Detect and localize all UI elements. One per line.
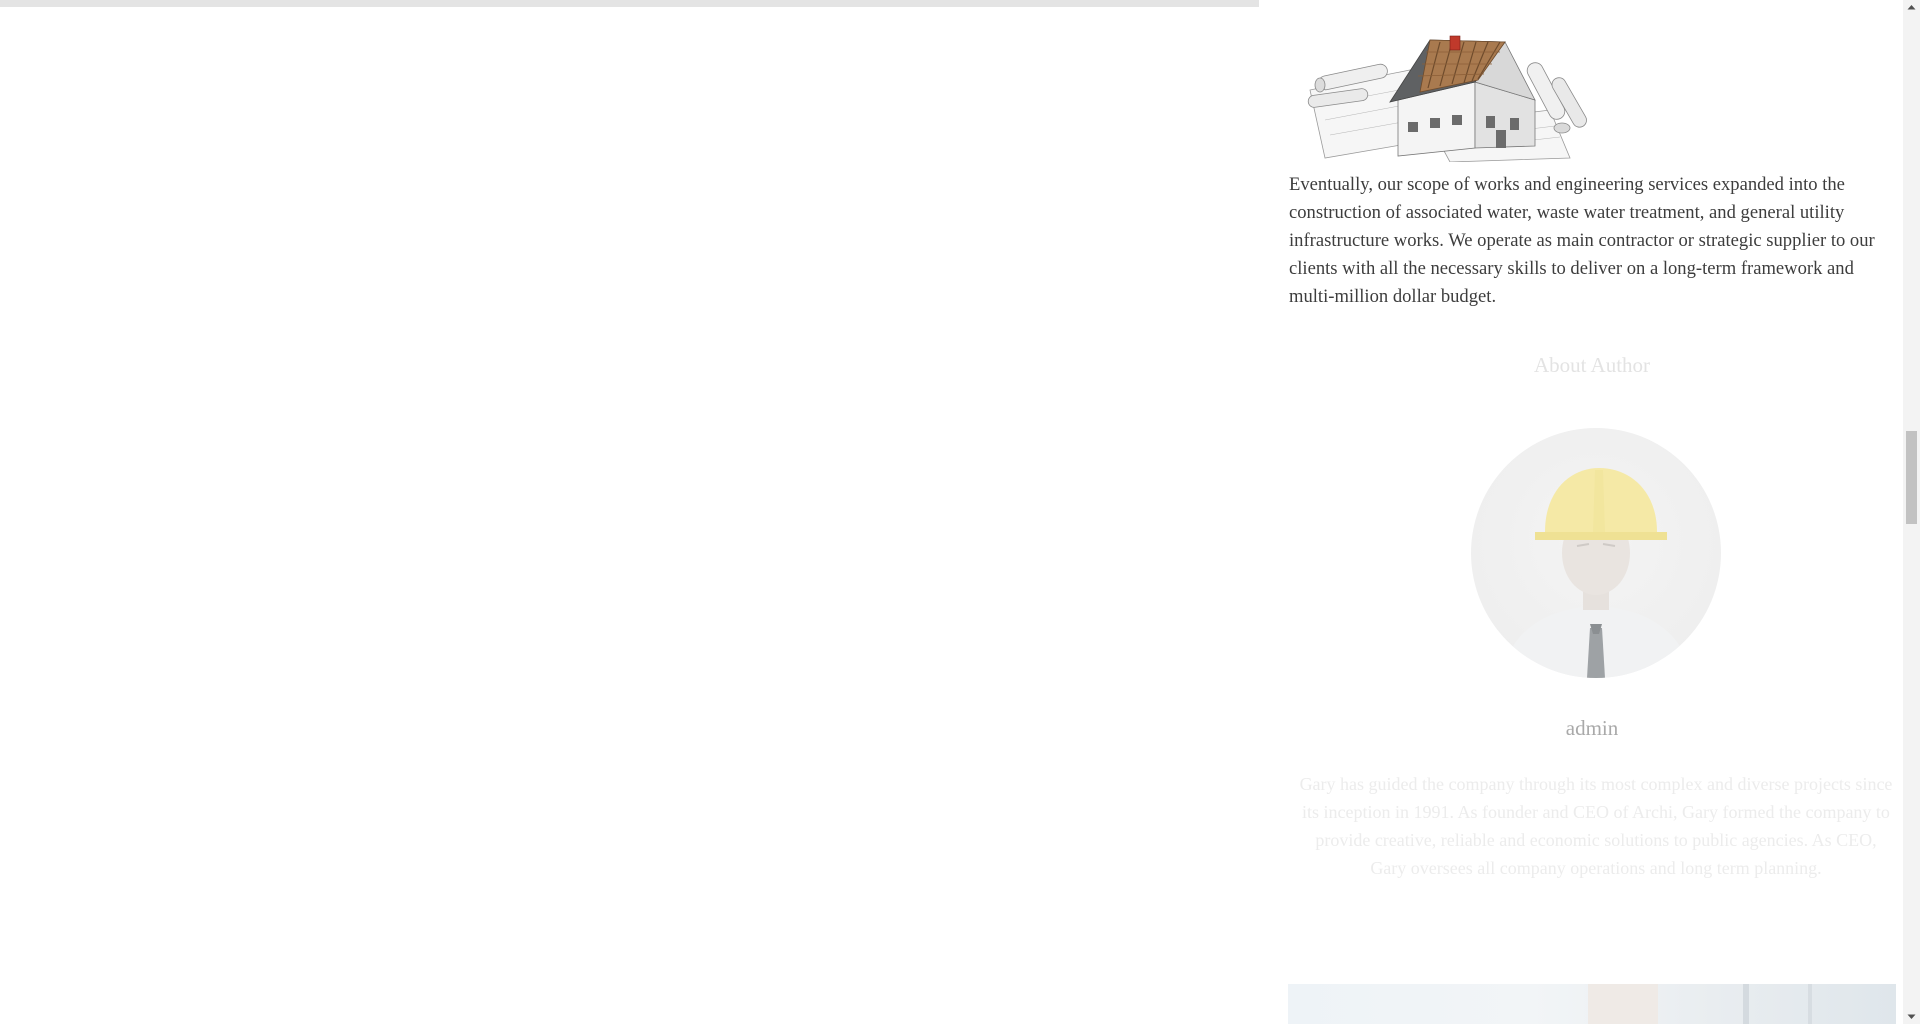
top-divider-bar [0,0,1259,7]
vertical-scrollbar[interactable] [1903,0,1920,1024]
about-author-heading: About Author [1533,353,1651,377]
scroll-up-arrow-icon[interactable] [1903,0,1920,14]
next-section-image [1288,984,1896,1024]
article-content: Eventually, our scope of works and engin… [1288,0,1896,1024]
author-bio: Gary has guided the company through its … [1299,774,1893,878]
scroll-down-arrow-icon[interactable] [1903,1010,1920,1024]
author-avatar [1471,428,1721,678]
construction-banner-image [1288,984,1896,1024]
article-body-text: Eventually, our scope of works and engin… [1289,174,1875,307]
scrollbar-thumb[interactable] [1906,431,1917,524]
house-construction-image [1307,35,1587,162]
author-photo [1471,428,1721,678]
author-name[interactable]: admin [1288,716,1896,741]
